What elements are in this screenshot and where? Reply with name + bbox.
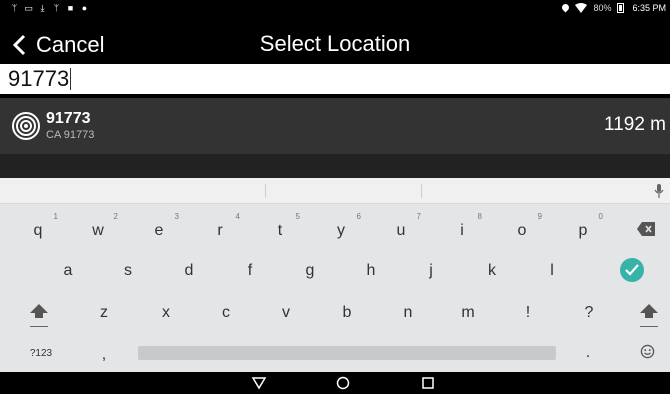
usb-icon: ᛘ — [53, 3, 60, 13]
key-a[interactable]: a — [60, 262, 76, 280]
key-y[interactable]: y6 — [333, 212, 361, 240]
back-nav-icon[interactable] — [251, 375, 267, 391]
key-h[interactable]: h — [363, 262, 379, 280]
cancel-button[interactable]: Cancel — [10, 30, 120, 60]
recents-icon[interactable] — [420, 375, 436, 391]
result-subtitle: CA 91773 — [46, 129, 95, 141]
chevron-left-icon — [12, 34, 26, 56]
symbols-key[interactable]: ?123 — [26, 348, 56, 359]
space-bar[interactable] — [138, 346, 556, 360]
key-t[interactable]: t5 — [272, 212, 300, 240]
key-o[interactable]: o9 — [514, 212, 542, 240]
key-label: t — [277, 222, 283, 239]
search-input-value: 91773 — [8, 66, 70, 91]
home-icon[interactable] — [335, 375, 351, 391]
key-i[interactable]: i8 — [454, 212, 482, 240]
location-search-input[interactable]: 91773 — [0, 64, 670, 94]
key-r[interactable]: r4 — [212, 212, 240, 240]
text-cursor — [70, 68, 72, 90]
key-hint: 2 — [113, 212, 118, 221]
image-icon: ▭ — [24, 3, 33, 13]
wifi-icon — [575, 3, 588, 13]
suggestion-divider — [265, 184, 266, 198]
shift-indicator — [640, 326, 658, 327]
key-l[interactable]: l — [544, 262, 560, 280]
cancel-label: Cancel — [36, 32, 105, 57]
key-w[interactable]: w2 — [90, 212, 118, 240]
key-label: r — [217, 222, 223, 239]
key-m[interactable]: m — [460, 304, 476, 322]
key-hint: 9 — [537, 212, 542, 221]
key-hint: 7 — [416, 212, 421, 221]
key-u[interactable]: u7 — [393, 212, 421, 240]
shift-icon[interactable] — [30, 304, 48, 318]
soft-keyboard: q1 w2 e3 r4 t5 y6 u7 i8 o9 p0 a s d f g … — [0, 178, 670, 372]
key-label: w — [92, 222, 104, 239]
key-hint: 5 — [295, 212, 300, 221]
results-empty-area — [0, 154, 670, 178]
key-s[interactable]: s — [120, 262, 136, 280]
result-name: 91773 — [46, 110, 91, 127]
key-q[interactable]: q1 — [30, 212, 58, 240]
key-question[interactable]: ? — [581, 304, 597, 322]
key-hint: 3 — [174, 212, 179, 221]
key-d[interactable]: d — [181, 262, 197, 280]
shift-indicator — [30, 326, 48, 327]
download-icon: ⤓ — [40, 3, 45, 13]
key-label: u — [396, 222, 406, 239]
android-icon: ● — [81, 3, 88, 13]
key-b[interactable]: b — [339, 304, 355, 322]
key-exclamation[interactable]: ! — [520, 304, 536, 322]
key-comma[interactable]: , — [98, 346, 110, 364]
enter-button[interactable] — [620, 258, 644, 282]
key-v[interactable]: v — [278, 304, 294, 322]
result-distance: 1192 m — [604, 114, 666, 135]
backspace-icon[interactable] — [637, 222, 655, 236]
location-icon — [562, 4, 569, 13]
key-k[interactable]: k — [484, 262, 500, 280]
checkmark-icon — [625, 264, 639, 276]
target-icon — [12, 112, 40, 140]
result-item[interactable]: 91773 CA 91773 1192 m — [0, 98, 670, 154]
key-z[interactable]: z — [96, 304, 112, 322]
key-p[interactable]: p0 — [575, 212, 603, 240]
key-hint: 1 — [53, 212, 58, 221]
key-f[interactable]: f — [242, 262, 258, 280]
shopping-bag-icon: ■ — [67, 3, 74, 13]
results-list: 91773 CA 91773 1192 m — [0, 98, 670, 178]
suggestion-divider — [421, 184, 422, 198]
battery-icon — [617, 3, 625, 13]
key-hint: 0 — [598, 212, 603, 221]
key-period[interactable]: . — [582, 344, 594, 362]
system-icons: 80% 6:35 PM — [562, 3, 666, 13]
microphone-icon[interactable] — [654, 184, 664, 198]
navigation-bar — [0, 372, 670, 394]
suggestion-strip — [0, 178, 670, 204]
key-hint: 6 — [356, 212, 361, 221]
emoji-icon[interactable] — [640, 344, 655, 359]
key-n[interactable]: n — [400, 304, 416, 322]
battery-percent: 80% — [593, 3, 612, 13]
key-e[interactable]: e3 — [151, 212, 179, 240]
key-label: i — [460, 222, 464, 239]
key-label: e — [154, 222, 164, 239]
key-j[interactable]: j — [423, 262, 439, 280]
shift-icon[interactable] — [640, 304, 658, 318]
key-hint: 8 — [477, 212, 482, 221]
key-x[interactable]: x — [158, 304, 174, 322]
key-label: y — [337, 222, 345, 239]
key-label: p — [578, 222, 588, 239]
key-hint: 4 — [235, 212, 240, 221]
clock: 6:35 PM — [632, 3, 666, 13]
key-label: o — [517, 222, 527, 239]
usb-icon: ᛘ — [11, 3, 18, 13]
notification-icons: ᛘ ▭ ⤓ ᛘ ■ ● — [10, 4, 89, 13]
key-c[interactable]: c — [218, 304, 234, 322]
status-bar: ᛘ ▭ ⤓ ᛘ ■ ● 80% 6:35 PM — [0, 0, 670, 26]
app-header: Select Location Cancel — [0, 26, 670, 64]
key-label: q — [33, 222, 43, 239]
key-g[interactable]: g — [302, 262, 318, 280]
